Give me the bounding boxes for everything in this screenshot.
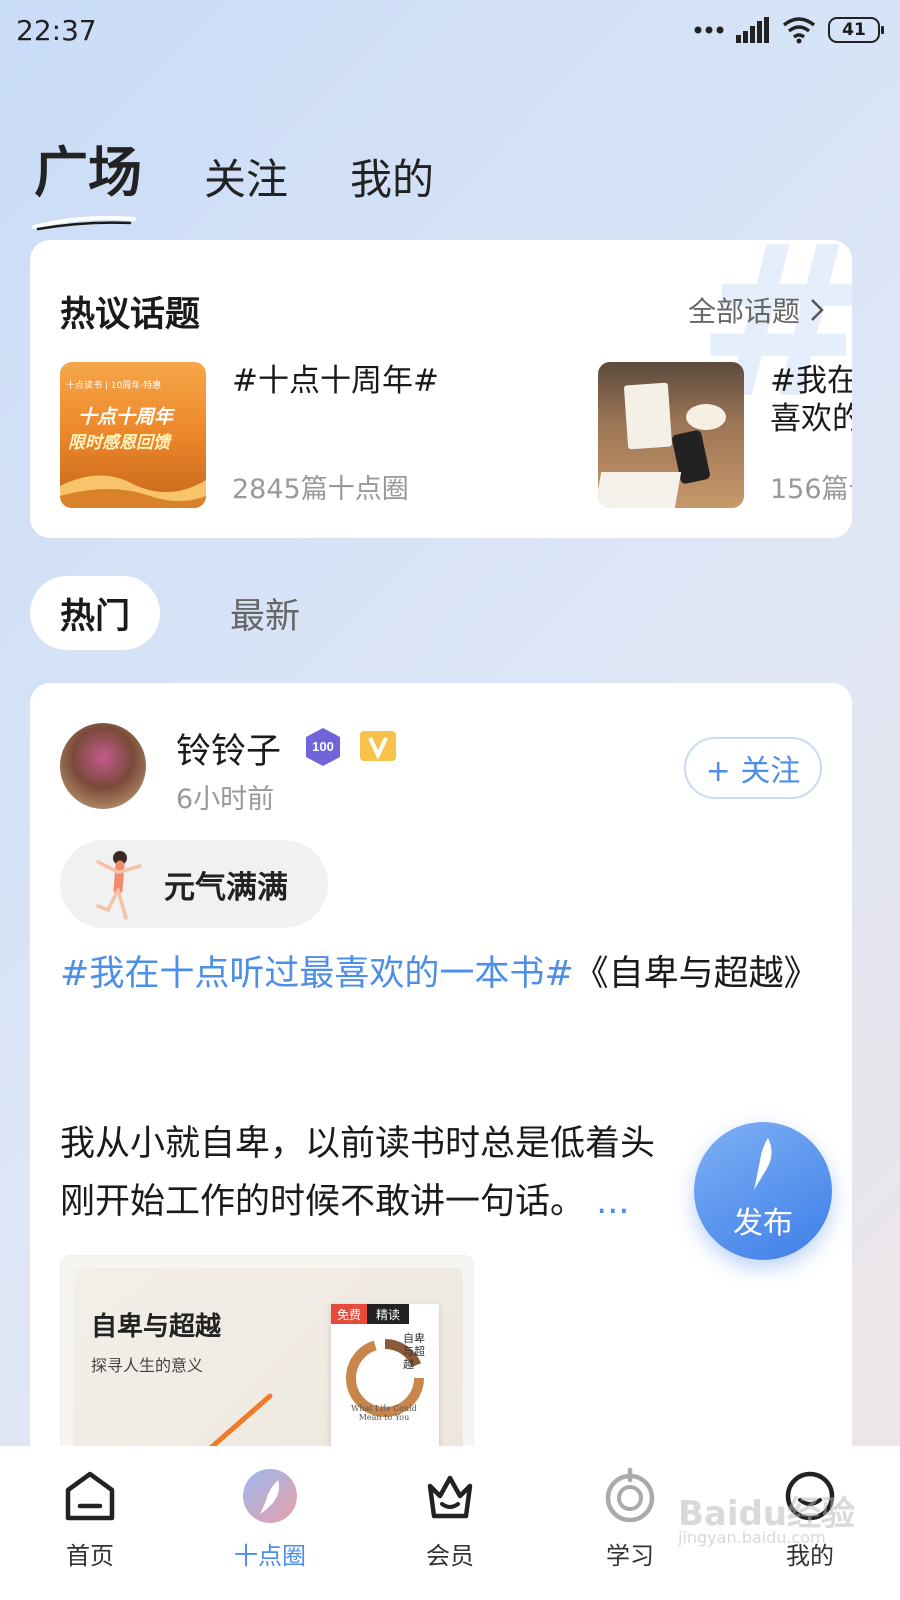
cover-title: 自卑与超越 [403,1332,425,1371]
hot-topics-title: 热议话题 [60,295,201,335]
book-cover: 免费 精读 自卑与超越 What Life Could Mean to You [331,1304,439,1454]
signal-icon [736,17,769,43]
tag-intensive-read: 精读 [367,1304,409,1324]
active-tab-underline [32,216,136,231]
status-time: 22:37 [16,14,97,47]
battery-icon: 41 [828,17,884,43]
nav-member-label: 会员 [426,1542,474,1570]
tab-hot[interactable]: 热门 [30,576,161,650]
topic-item[interactable]: 十点读书 | 10周年·特惠 十点十周年 限时感恩回馈 #十点十周年# 2845… [60,362,552,508]
tab-square-label: 广场 [34,141,142,204]
thumb-landscape [60,475,206,508]
chevron-right-icon [811,299,824,321]
feather-icon [754,1138,772,1190]
topic-count: 2845篇十点圈 [232,474,409,505]
thumb-calendar [623,382,673,450]
crown-icon [427,1475,473,1519]
thumb-cup [686,404,726,430]
post-time: 6小时前 [176,784,275,815]
vip-badge-icon [360,731,396,761]
home-icon [65,1471,115,1521]
all-topics-label: 全部话题 [687,295,800,328]
watermark-url: jingyan.baidu.com [678,1528,826,1547]
nav-circle[interactable]: 十点圈 [180,1446,360,1600]
post-body-line1: 我从小就自卑，以前读书时总是低着头 [60,1124,656,1164]
nav-member[interactable]: 会员 [360,1446,540,1600]
topic-count: 156篇十点圈 [770,474,852,505]
post-hashtag[interactable]: #我在十点听过最喜欢的一本书# [60,954,574,994]
learn-icon [605,1467,655,1523]
thumb-line2: 限时感恩回馈 [68,433,170,453]
mood-tag[interactable]: 元气满满 [60,840,328,928]
publish-button[interactable]: 发布 [694,1122,832,1260]
nav-learn-label: 学习 [606,1542,654,1570]
mood-label: 元气满满 [164,869,288,906]
feed-tabs: 热门 最新 [30,576,330,650]
tab-following[interactable]: 关注 [204,146,288,207]
nav-home-label: 首页 [66,1542,114,1570]
post-body-line2: 刚开始工作的时候不敢讲一句话。 [60,1182,586,1222]
level-badge-icon: 100 [306,728,340,766]
avatar[interactable] [60,723,146,809]
thumb-book [598,472,682,508]
top-tabs: 广场 关注 我的 [32,128,496,231]
topic-name-line1: #我在 [770,363,852,399]
more-dots-icon [694,26,724,34]
nav-circle-label: 十点圈 [234,1542,306,1570]
post-username[interactable]: 铃铃子 [176,723,281,774]
dancing-girl-icon [96,851,142,920]
tag-free: 免费 [331,1304,367,1324]
tab-square[interactable]: 广场 [32,128,142,231]
topic-thumbnail: 十点读书 | 10周年·特惠 十点十周年 限时感恩回馈 [60,362,206,508]
all-topics-link[interactable]: 全部话题 [688,290,824,330]
follow-button[interactable]: + 关注 [684,737,822,799]
book-title: 自卑与超越 [91,1312,222,1342]
expand-more[interactable]: ... [596,1182,629,1222]
publish-label: 发布 [733,1206,793,1241]
topic-name-line2: 喜欢的 [770,401,852,437]
post-card[interactable]: 铃铃子 100 6小时前 + 关注 元气满满 #我在十点听过最喜欢的一本书#《自… [30,683,852,1483]
tab-latest[interactable]: 最新 [200,576,330,650]
wifi-icon [782,17,816,44]
post-title-line: #我在十点听过最喜欢的一本书#《自卑与超越》 [60,945,820,1003]
thumb-line1: 十点十周年 [78,406,174,428]
status-icons: 41 [694,16,884,44]
cover-english-title: What Life Could Mean to You [351,1404,417,1422]
hot-topics-card: # 热议话题 全部话题 十点读书 | 10周年·特惠 十点十周年 限时感恩回馈 … [30,240,852,538]
topic-item[interactable]: #我在喜欢的 156篇十点圈 [598,362,852,508]
tab-mine[interactable]: 我的 [350,146,434,207]
post-book-title: 《自卑与超越》 [573,954,819,994]
thumb-brand: 十点读书 | 10周年·特惠 [66,381,162,391]
nav-home[interactable]: 首页 [0,1446,180,1600]
feather-circle-icon [243,1469,297,1523]
topic-thumbnail [598,362,744,508]
book-subtitle: 探寻人生的意义 [91,1356,204,1375]
badge-level: 100 [312,739,334,754]
topic-name: #十点十周年# [232,363,439,399]
status-bar: 22:37 41 [0,0,900,60]
